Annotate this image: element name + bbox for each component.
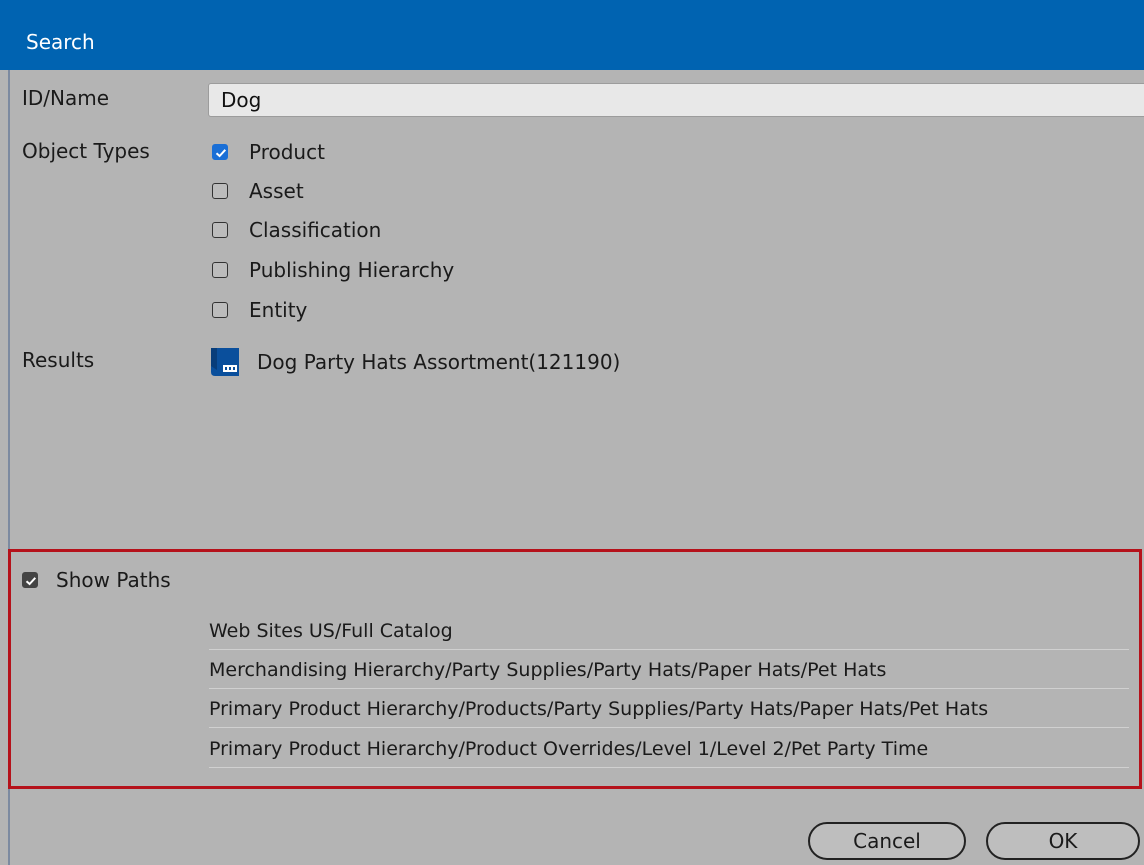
object-type-publishing-hierarchy[interactable]: Publishing Hierarchy bbox=[212, 257, 454, 283]
asset-label: Asset bbox=[249, 179, 304, 203]
product-label: Product bbox=[249, 140, 325, 164]
id-name-input[interactable] bbox=[208, 83, 1144, 117]
object-type-classification[interactable]: Classification bbox=[212, 217, 381, 243]
dialog-title-bar: Search bbox=[0, 0, 1144, 70]
classification-label: Classification bbox=[249, 218, 382, 242]
asset-checkbox[interactable] bbox=[212, 183, 228, 199]
entity-label: Entity bbox=[249, 298, 308, 322]
show-paths-toggle[interactable]: Show Paths bbox=[22, 567, 171, 593]
cancel-button[interactable]: Cancel bbox=[808, 822, 966, 860]
object-type-asset[interactable]: Asset bbox=[212, 178, 304, 204]
publishing-hierarchy-label: Publishing Hierarchy bbox=[249, 258, 455, 282]
dialog-title: Search bbox=[26, 30, 95, 54]
ok-button[interactable]: OK bbox=[986, 822, 1140, 860]
path-item[interactable]: Primary Product Hierarchy/Products/Party… bbox=[209, 690, 1129, 728]
publishing-hierarchy-checkbox[interactable] bbox=[212, 262, 228, 278]
classification-checkbox[interactable] bbox=[212, 222, 228, 238]
show-paths-label: Show Paths bbox=[56, 568, 171, 592]
id-name-label: ID/Name bbox=[22, 86, 110, 110]
path-item[interactable]: Web Sites US/Full Catalog bbox=[209, 612, 1129, 650]
result-item-label: Dog Party Hats Assortment(121190) bbox=[257, 350, 621, 374]
show-paths-checkbox[interactable] bbox=[22, 572, 38, 588]
object-type-product[interactable]: Product bbox=[212, 139, 325, 165]
product-checkbox[interactable] bbox=[212, 144, 228, 160]
object-type-entity[interactable]: Entity bbox=[212, 297, 307, 323]
entity-checkbox[interactable] bbox=[212, 302, 228, 318]
product-icon bbox=[209, 344, 243, 380]
object-types-label: Object Types bbox=[22, 139, 150, 163]
path-item[interactable]: Primary Product Hierarchy/Product Overri… bbox=[209, 730, 1129, 768]
path-item[interactable]: Merchandising Hierarchy/Party Supplies/P… bbox=[209, 651, 1129, 689]
results-label: Results bbox=[22, 348, 95, 372]
result-item[interactable]: Dog Party Hats Assortment(121190) bbox=[209, 344, 620, 380]
